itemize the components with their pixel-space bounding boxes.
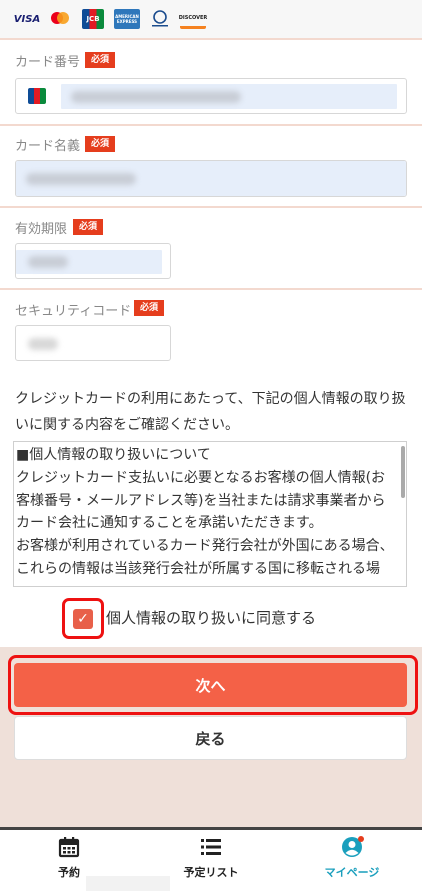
security-code-input[interactable]	[15, 325, 171, 361]
back-button[interactable]: 戻る	[14, 716, 407, 760]
card-number-masked-value	[61, 84, 397, 109]
jcb-icon	[28, 88, 46, 104]
calendar-icon	[58, 836, 80, 858]
required-badge: 必須	[85, 52, 116, 68]
privacy-policy-line: ■個人情報の取り扱いについて	[16, 447, 211, 463]
expiry-masked-value	[16, 250, 162, 274]
card-number-input[interactable]	[15, 78, 407, 114]
required-badge: 必須	[85, 136, 116, 152]
card-name-label: カード名義	[15, 139, 81, 154]
privacy-policy-line: カード会社に通知することを承諾いただきます。	[16, 515, 323, 532]
tab-reservation[interactable]: 予約	[0, 836, 139, 880]
agree-checkbox[interactable]: ✓	[73, 609, 93, 629]
tab-mypage[interactable]: マイページ	[282, 836, 422, 880]
bottom-tab-bar: 予約 予定リスト マイページ	[0, 827, 422, 891]
expiry-input[interactable]	[15, 243, 171, 279]
card-number-label: カード番号	[15, 55, 81, 70]
user-icon	[341, 836, 364, 858]
required-badge: 必須	[73, 219, 104, 235]
amex-logo-text: AMERICAN EXPRESS	[115, 14, 139, 24]
diners-icon	[152, 10, 168, 27]
next-button[interactable]: 次へ	[14, 663, 407, 707]
mastercard-icon	[51, 12, 69, 24]
discover-logo: DISCOVER	[179, 9, 207, 29]
card-name-masked-value	[16, 161, 406, 196]
scrollbar[interactable]	[401, 446, 405, 498]
privacy-policy-line: お客様が利用されているカード発行会社が外国にある場合、	[16, 538, 394, 555]
security-code-masked-value	[28, 338, 58, 350]
privacy-policy-box[interactable]: ■個人情報の取り扱いについて クレジットカード支払いに必要となるお客様の個人情報…	[13, 441, 407, 587]
accepted-cards-row: VISA JCB AMERICAN EXPRESS DISCOVER	[0, 0, 422, 40]
mastercard-logo	[48, 9, 72, 29]
privacy-policy-line: これらの情報は当該発行会社が所属する国に移転される場	[16, 560, 380, 577]
tab-schedule-list[interactable]: 予定リスト	[141, 836, 281, 880]
expiry-label: 有効期限	[15, 222, 68, 237]
required-badge: 必須	[134, 300, 165, 316]
tab-label: 予定リスト	[183, 866, 239, 879]
privacy-policy-line: クレジットカード支払いに必要となるお客様の個人情報(お	[16, 469, 386, 486]
privacy-policy-line: 客様番号・メールアドレス等)を当社または請求事業者から	[16, 492, 386, 509]
tab-label: 予約	[58, 866, 80, 879]
privacy-policy-text: ■個人情報の取り扱いについて クレジットカード支払いに必要となるお客様の個人情報…	[16, 444, 401, 581]
visa-logo: VISA	[13, 13, 41, 25]
card-name-input[interactable]	[15, 160, 407, 197]
amex-logo: AMERICAN EXPRESS	[114, 9, 140, 29]
privacy-intro-text: クレジットカードの利用にあたって、下記の個人情報の取り扱いに関する内容をご確認く…	[15, 391, 406, 433]
home-indicator	[86, 876, 170, 891]
list-icon	[200, 836, 222, 858]
tab-label: マイページ	[324, 866, 380, 879]
agree-checkbox-highlight: ✓	[62, 598, 104, 639]
security-code-label: セキュリティコード	[15, 304, 132, 319]
jcb-logo: JCB	[82, 9, 104, 29]
agree-label[interactable]: 個人情報の取り扱いに同意する	[106, 607, 316, 628]
diners-logo	[148, 9, 172, 29]
checkmark-icon: ✓	[77, 611, 89, 627]
